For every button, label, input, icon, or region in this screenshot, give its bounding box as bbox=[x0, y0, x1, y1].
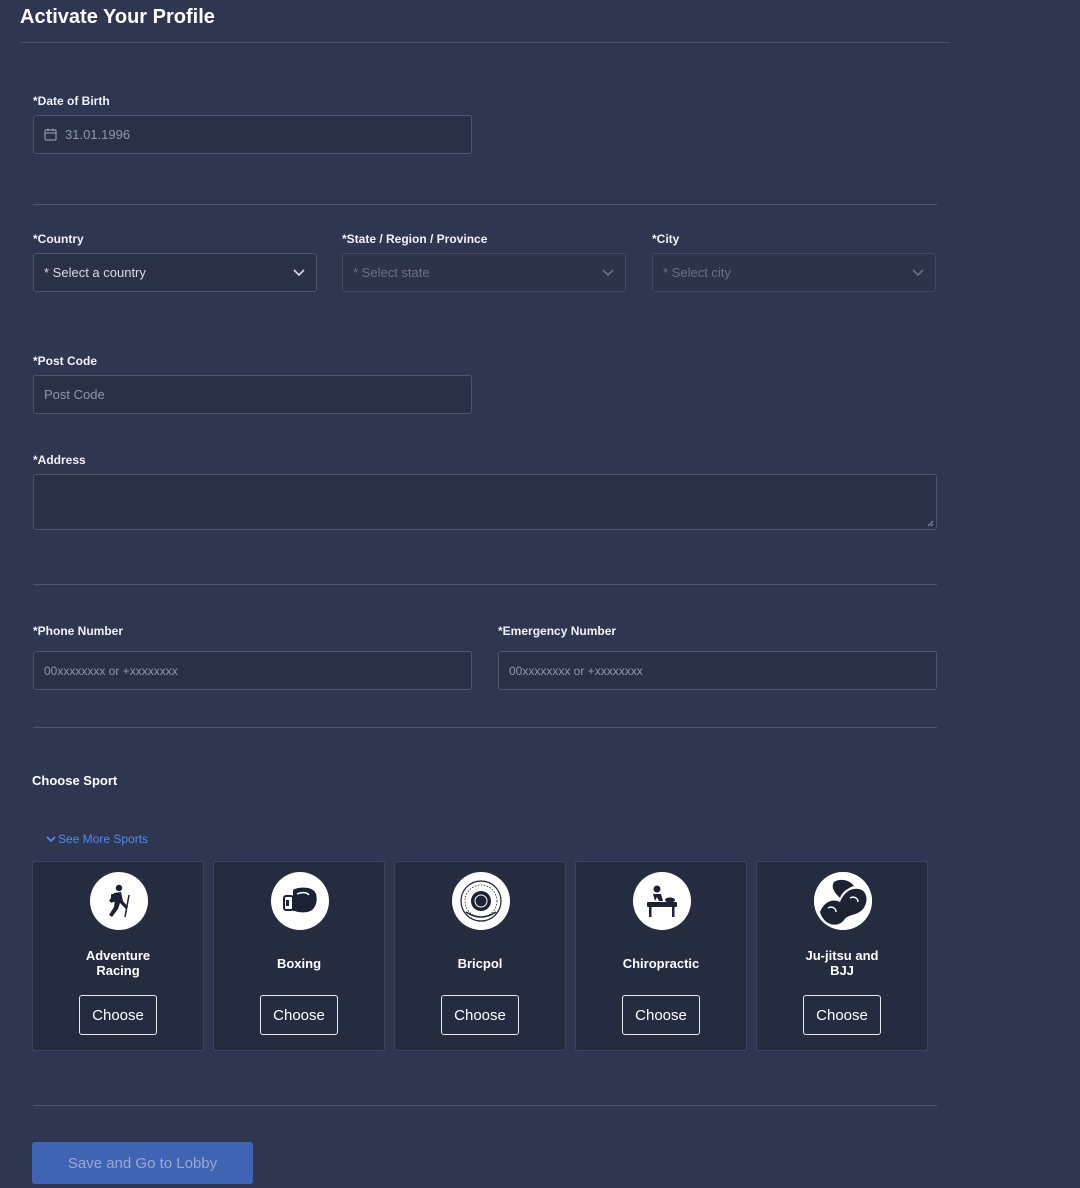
sport-name: Chiropractic bbox=[622, 955, 700, 971]
see-more-label: See More Sports bbox=[58, 832, 149, 846]
activate-profile-page: Activate Your Profile *Date of Birth 31.… bbox=[0, 0, 1080, 1188]
sport-card: Bricpol Choose bbox=[394, 861, 566, 1051]
chevron-down-icon bbox=[46, 835, 56, 842]
page-title: Activate Your Profile bbox=[20, 6, 215, 28]
postcode-placeholder: Post Code bbox=[44, 387, 105, 402]
choose-button[interactable]: Choose bbox=[803, 995, 881, 1035]
city-label: *City bbox=[652, 232, 680, 246]
resize-handle-icon[interactable] bbox=[927, 520, 934, 527]
section-divider bbox=[33, 584, 937, 585]
sport-name: Ju-jitsu and BJJ bbox=[805, 948, 879, 978]
emergency-input[interactable]: 00xxxxxxxx or +xxxxxxxx bbox=[498, 651, 937, 690]
choose-button[interactable]: Choose bbox=[260, 995, 338, 1035]
see-more-sports-link[interactable]: See More Sports bbox=[46, 832, 148, 846]
phone-input[interactable]: 00xxxxxxxx or +xxxxxxxx bbox=[33, 651, 472, 690]
boxing-glove-icon bbox=[271, 872, 329, 930]
address-label: *Address bbox=[33, 453, 86, 467]
calendar-icon bbox=[44, 128, 58, 142]
city-value: * Select city bbox=[663, 265, 731, 280]
country-value: * Select a country bbox=[44, 265, 146, 280]
country-select[interactable]: * Select a country bbox=[33, 253, 317, 292]
grappling-icon bbox=[814, 872, 872, 930]
dob-value: 31.01.1996 bbox=[65, 127, 131, 142]
section-divider bbox=[33, 727, 937, 728]
state-select[interactable]: * Select state bbox=[342, 253, 626, 292]
phone-placeholder: 00xxxxxxxx or +xxxxxxxx bbox=[44, 663, 178, 678]
address-textarea[interactable] bbox=[33, 474, 937, 530]
dob-field[interactable]: 31.01.1996 bbox=[33, 115, 472, 154]
sport-card: Chiropractic Choose bbox=[575, 861, 747, 1051]
choose-button[interactable]: Choose bbox=[622, 995, 700, 1035]
choose-button[interactable]: Choose bbox=[441, 995, 519, 1035]
sport-card: Ju-jitsu and BJJ Choose bbox=[756, 861, 928, 1051]
city-select[interactable]: * Select city bbox=[652, 253, 936, 292]
emergency-placeholder: 00xxxxxxxx or +xxxxxxxx bbox=[509, 663, 643, 678]
emergency-label: *Emergency Number bbox=[498, 624, 617, 638]
chevron-down-icon bbox=[292, 266, 306, 280]
dob-label: *Date of Birth bbox=[33, 94, 110, 108]
state-label: *State / Region / Province bbox=[342, 232, 488, 246]
hiker-icon bbox=[90, 872, 148, 930]
phone-label: *Phone Number bbox=[33, 624, 124, 638]
postcode-label: *Post Code bbox=[33, 354, 98, 368]
choose-sport-heading: Choose Sport bbox=[32, 773, 118, 788]
emblem-icon bbox=[452, 872, 510, 930]
postcode-input[interactable]: Post Code bbox=[33, 375, 472, 414]
chevron-down-icon bbox=[911, 266, 925, 280]
sport-name: Adventure Racing bbox=[85, 948, 151, 978]
section-divider bbox=[33, 204, 937, 205]
sport-name: Boxing bbox=[276, 955, 322, 971]
sport-card: Adventure Racing Choose bbox=[32, 861, 204, 1051]
country-label: *Country bbox=[33, 232, 84, 246]
section-divider bbox=[33, 1105, 937, 1106]
choose-button[interactable]: Choose bbox=[79, 995, 157, 1035]
sport-cards: Adventure Racing Choose Boxing Choose Br… bbox=[32, 861, 928, 1051]
sport-name: Bricpol bbox=[457, 955, 503, 971]
title-divider bbox=[20, 42, 950, 43]
sport-card: Boxing Choose bbox=[213, 861, 385, 1051]
massage-table-icon bbox=[633, 872, 691, 930]
save-and-go-to-lobby-button[interactable]: Save and Go to Lobby bbox=[32, 1142, 253, 1184]
state-value: * Select state bbox=[353, 265, 430, 280]
chevron-down-icon bbox=[601, 266, 615, 280]
